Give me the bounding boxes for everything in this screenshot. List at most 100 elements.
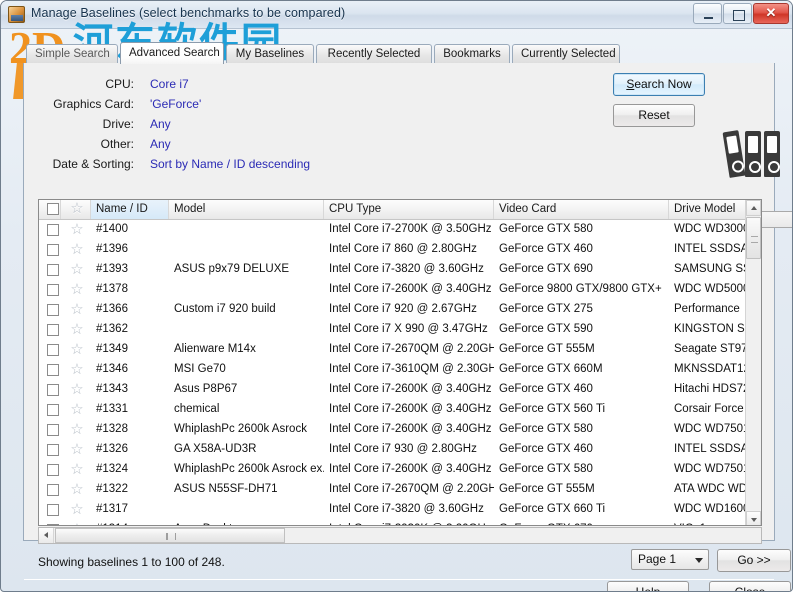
cell-model: ASUS p9x79 DELUXE bbox=[174, 263, 290, 275]
bookmark-star-icon[interactable]: ☆ bbox=[70, 282, 84, 297]
bookmark-star-icon[interactable]: ☆ bbox=[70, 382, 84, 397]
row-checkbox[interactable] bbox=[47, 504, 59, 516]
table-row[interactable]: ☆ #1396 Intel Core i7 860 @ 2.80GHz GeForce… bbox=[39, 240, 761, 260]
table-row[interactable]: ☆ #1366 Custom i7 920 build Intel Core i7 9… bbox=[39, 300, 761, 320]
scroll-left-arrow-icon[interactable] bbox=[39, 528, 54, 543]
tab-advanced-search[interactable]: Advanced Search bbox=[120, 42, 224, 64]
bookmark-star-icon[interactable]: ☆ bbox=[70, 222, 84, 237]
scroll-up-arrow-icon[interactable] bbox=[746, 200, 761, 216]
cell-name_id: #1314 bbox=[91, 520, 169, 525]
table-row[interactable]: ☆ #1317 Intel Core i7-3820 @ 3.60GHz GeForc… bbox=[39, 500, 761, 520]
row-checkbox[interactable] bbox=[47, 384, 59, 396]
reset-button[interactable]: Reset bbox=[613, 104, 695, 127]
tab-bookmarks[interactable]: Bookmarks bbox=[434, 44, 510, 63]
cell-name_id: #1343 bbox=[96, 383, 128, 395]
table-row[interactable]: ☆ #1378 Intel Core i7-2600K @ 3.40GHz GeFor… bbox=[39, 280, 761, 300]
table-row[interactable]: ☆ #1393 ASUS p9x79 DELUXE Intel Core i7-382… bbox=[39, 260, 761, 280]
horizontal-scrollbar[interactable] bbox=[38, 527, 762, 544]
select-all-checkbox[interactable] bbox=[47, 203, 59, 215]
row-checkbox[interactable] bbox=[47, 404, 59, 416]
bookmark-star-icon[interactable]: ☆ bbox=[70, 522, 84, 525]
bookmark-star-icon[interactable]: ☆ bbox=[70, 402, 84, 417]
row-checkbox[interactable] bbox=[47, 224, 59, 236]
column-header-video_card[interactable]: Video Card bbox=[494, 200, 669, 219]
row-checkbox[interactable] bbox=[47, 344, 59, 356]
bookmark-star-icon[interactable]: ☆ bbox=[70, 322, 84, 337]
cell-cpu_type: Intel Core i7-2670QM @ 2.20GHz bbox=[329, 343, 494, 355]
table-row[interactable]: ☆ #1331 chemical Intel Core i7-2600K @ 3.40… bbox=[39, 400, 761, 420]
table-row[interactable]: ☆ #1324 WhiplashPc 2600k Asrock ex... Intel… bbox=[39, 460, 761, 480]
row-checkbox[interactable] bbox=[47, 484, 59, 496]
bookmark-star-icon[interactable]: ☆ bbox=[70, 302, 84, 317]
row-checkbox[interactable] bbox=[47, 284, 59, 296]
row-checkbox[interactable] bbox=[47, 524, 59, 525]
minimize-button[interactable] bbox=[693, 3, 722, 24]
bookmark-star-icon[interactable]: ☆ bbox=[70, 502, 84, 517]
tab-currently-selected[interactable]: Currently Selected bbox=[512, 44, 620, 63]
vertical-scroll-thumb[interactable] bbox=[746, 217, 761, 259]
row-checkbox[interactable] bbox=[47, 324, 59, 336]
cell-model bbox=[169, 280, 324, 300]
tab-simple-search[interactable]: Simple Search bbox=[26, 44, 118, 63]
bookmark-star-icon[interactable]: ☆ bbox=[70, 362, 84, 377]
column-header-name_id[interactable]: Name / ID bbox=[91, 200, 169, 219]
bookmark-star-icon[interactable]: ☆ bbox=[70, 342, 84, 357]
maximize-button[interactable] bbox=[723, 3, 752, 24]
table-row[interactable]: ☆ #1314Asus DesktopIntel Core i7-3930K @ … bbox=[39, 520, 761, 525]
row-checkbox[interactable] bbox=[47, 444, 59, 456]
field-value-0[interactable]: Core i7 bbox=[150, 77, 189, 91]
bookmark-star-icon[interactable]: ☆ bbox=[70, 422, 84, 437]
bookmark-star-icon[interactable]: ☆ bbox=[70, 482, 84, 497]
cell-cpu_type: Intel Core i7 860 @ 2.80GHz bbox=[329, 243, 477, 255]
field-value-3[interactable]: Any bbox=[150, 137, 171, 151]
vertical-scrollbar[interactable] bbox=[745, 200, 761, 525]
bookmark-star-icon[interactable]: ☆ bbox=[70, 462, 84, 477]
scroll-down-arrow-icon[interactable] bbox=[746, 511, 761, 525]
close-button[interactable]: Close bbox=[709, 581, 791, 591]
go-button[interactable]: Go >> bbox=[717, 549, 791, 572]
row-checkbox[interactable] bbox=[47, 364, 59, 376]
help-label: elp bbox=[644, 585, 661, 592]
cell-cpu_type: Intel Core i7 X 990 @ 3.47GHz bbox=[329, 323, 488, 335]
table-row[interactable]: ☆ #1322 ASUS N55SF-DH71 Intel Core i7-2670Q… bbox=[39, 480, 761, 500]
row-checkbox[interactable] bbox=[47, 464, 59, 476]
column-header-model[interactable]: Model bbox=[169, 200, 324, 219]
bookmark-star-icon[interactable]: ☆ bbox=[70, 442, 84, 457]
table-row[interactable]: ☆ #1349 Alienware M14x Intel Core i7-2670QM… bbox=[39, 340, 761, 360]
cell-cpu_type: Intel Core i7-2600K @ 3.40GHz bbox=[329, 403, 492, 415]
field-value-4[interactable]: Sort by Name / ID descending bbox=[150, 157, 310, 171]
search-now-button[interactable]: Search Now bbox=[613, 73, 705, 96]
help-button[interactable]: Help bbox=[607, 581, 689, 592]
close-window-button[interactable]: ✕ bbox=[753, 3, 789, 24]
field-value-2[interactable]: Any bbox=[150, 117, 171, 131]
cell-model: Custom i7 920 build bbox=[174, 303, 276, 315]
row-checkbox[interactable] bbox=[47, 264, 59, 276]
cell-name_id: #1322 bbox=[96, 483, 128, 495]
row-checkbox[interactable] bbox=[47, 304, 59, 316]
bookmark-all-star-icon[interactable]: ☆ bbox=[70, 201, 84, 216]
search-now-label: earch Now bbox=[634, 77, 692, 91]
table-row[interactable]: ☆ #1328 WhiplashPc 2600k Asrock Intel Core … bbox=[39, 420, 761, 440]
table-row[interactable]: ☆ #1326 GA X58A-UD3R Intel Core i7 930 @ 2.… bbox=[39, 440, 761, 460]
cell-model: Alienware M14x bbox=[174, 343, 256, 355]
table-row[interactable]: ☆ #1400 Intel Core i7-2700K @ 3.50GHz GeFor… bbox=[39, 220, 761, 240]
horizontal-scroll-thumb[interactable] bbox=[55, 528, 285, 543]
title-bar: Manage Baselines (select benchmarks to b… bbox=[1, 1, 792, 29]
tab-my-baselines[interactable]: My Baselines bbox=[226, 44, 314, 63]
bookmark-star-icon[interactable]: ☆ bbox=[70, 242, 84, 257]
baselines-table[interactable]: Name / ID Model CPU Type Video Card Drive Mo… bbox=[38, 199, 762, 526]
column-header-cpu_type[interactable]: CPU Type bbox=[324, 200, 494, 219]
tab-recently-selected[interactable]: Recently Selected bbox=[316, 44, 432, 63]
table-row[interactable]: ☆ #1346 MSI Ge70 Intel Core i7-3610QM @ 2.3… bbox=[39, 360, 761, 380]
row-checkbox[interactable] bbox=[47, 244, 59, 256]
table-row[interactable]: ☆ #1362 Intel Core i7 X 990 @ 3.47GHz GeFor… bbox=[39, 320, 761, 340]
table-row[interactable]: ☆ #1343 Asus P8P67 Intel Core i7-2600K @ 3.… bbox=[39, 380, 761, 400]
table-header-row: Name / ID Model CPU Type Video Card Drive Mo… bbox=[39, 200, 761, 220]
bookmark-star-icon[interactable]: ☆ bbox=[70, 262, 84, 277]
app-icon bbox=[8, 6, 25, 23]
cell-cpu_type: Intel Core i7-2700K @ 3.50GHz bbox=[329, 223, 492, 235]
field-value-1[interactable]: 'GeForce' bbox=[150, 97, 201, 111]
cell-cpu_type: Intel Core i7-2600K @ 3.40GHz bbox=[329, 383, 492, 395]
page-select[interactable]: Page 1 bbox=[631, 549, 709, 570]
row-checkbox[interactable] bbox=[47, 424, 59, 436]
